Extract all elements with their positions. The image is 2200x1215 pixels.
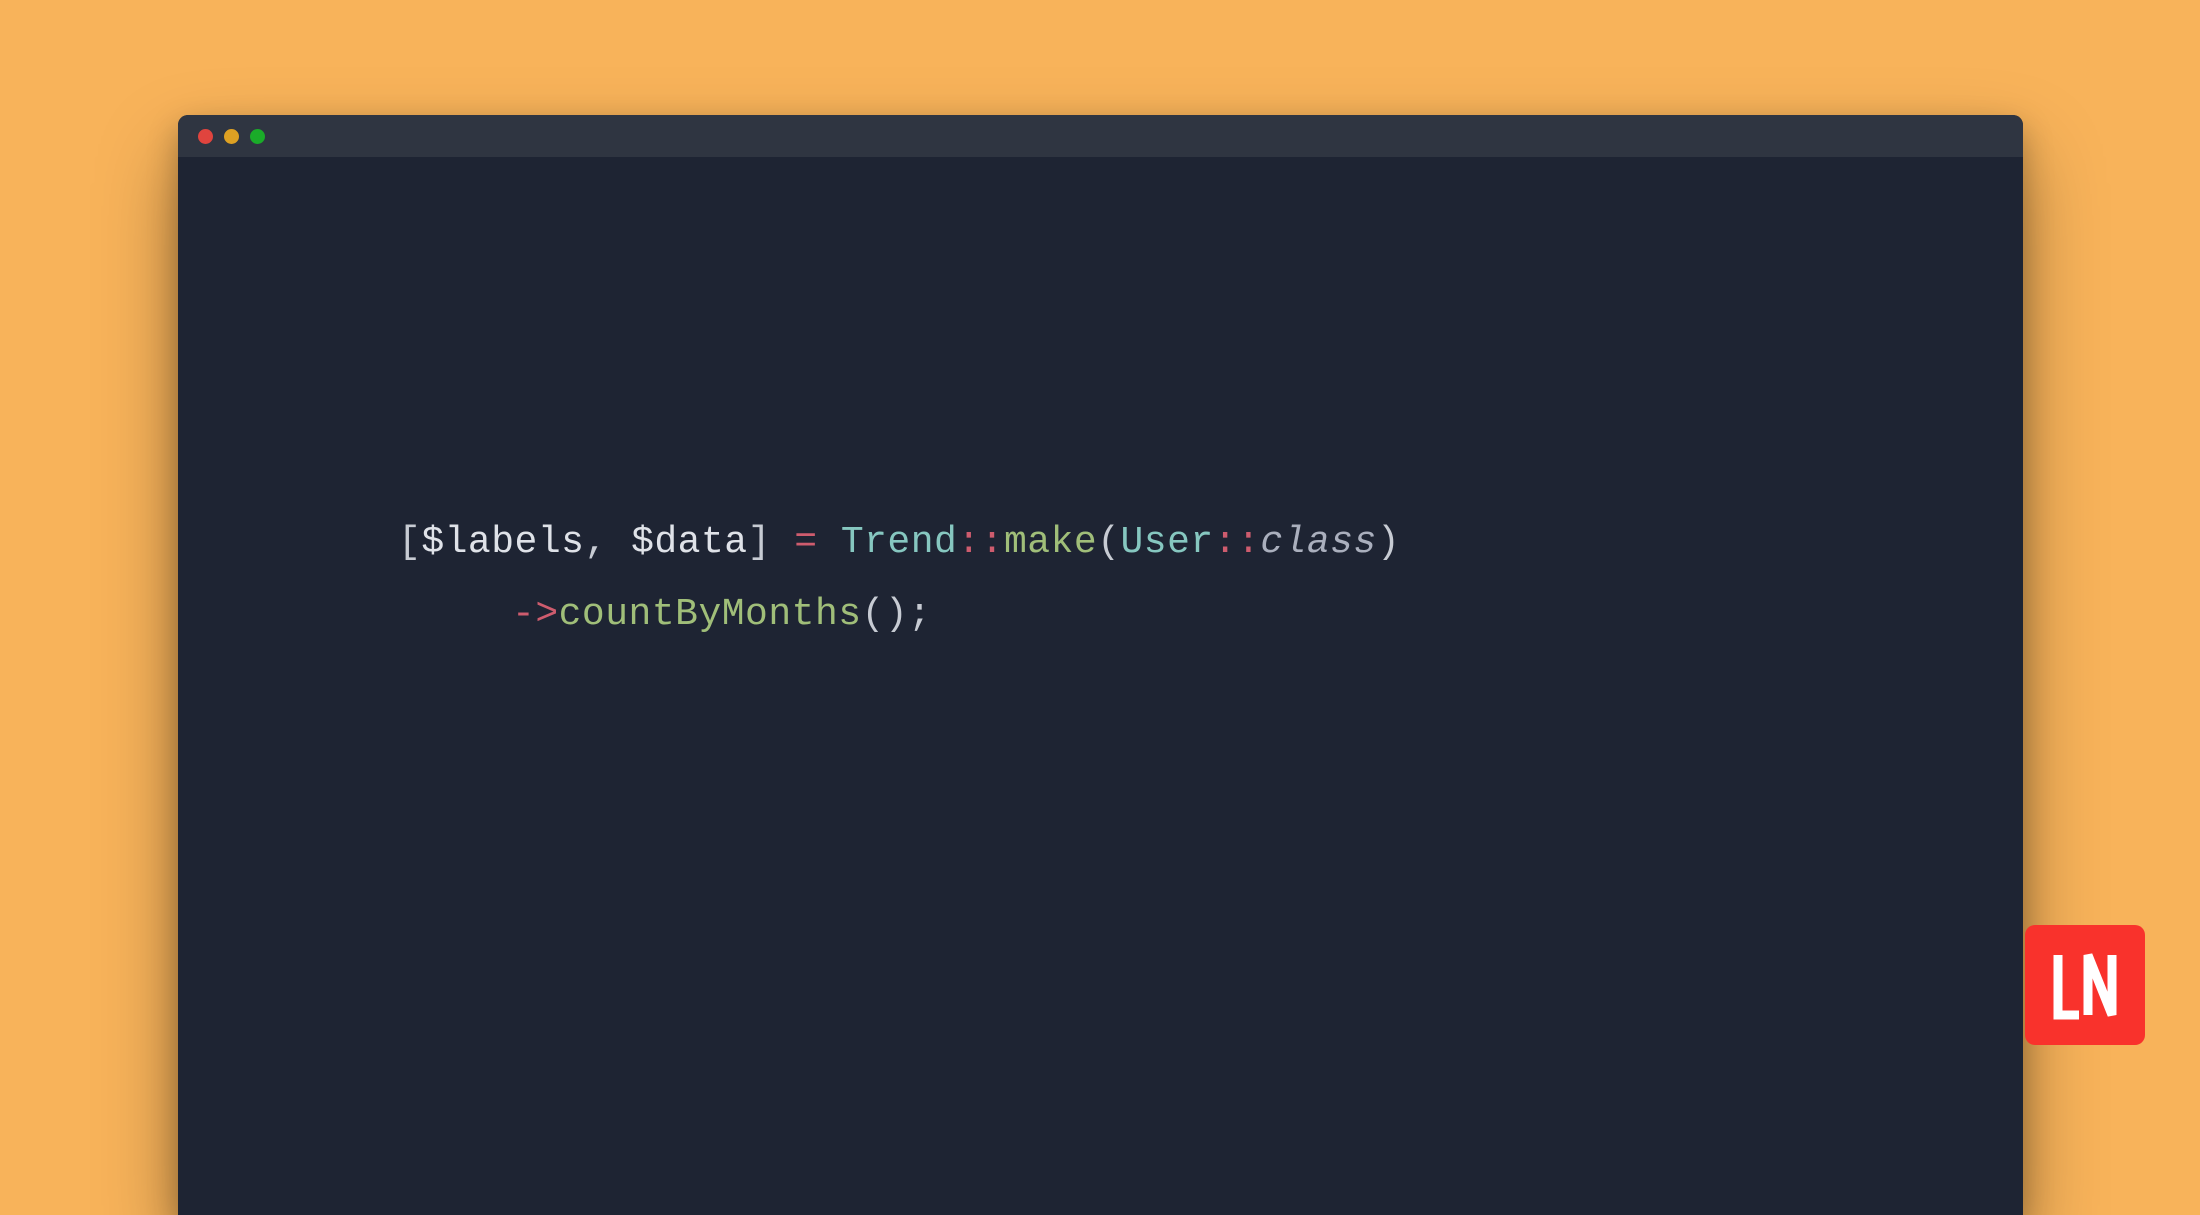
ln-logo-icon	[2045, 945, 2125, 1025]
editor-window: [$labels, $data] = Trend::make(User::cla…	[178, 115, 2023, 1215]
code-token: )	[1377, 521, 1400, 564]
code-token: countByMonths	[559, 593, 862, 636]
zoom-icon[interactable]	[250, 129, 265, 144]
window-titlebar	[178, 115, 2023, 157]
code-token: Trend	[841, 521, 958, 564]
minimize-icon[interactable]	[224, 129, 239, 144]
code-token: make	[1004, 521, 1097, 564]
code-token: [	[398, 521, 421, 564]
code-token: ]	[748, 521, 795, 564]
code-token: ,	[584, 521, 631, 564]
code-token	[818, 521, 841, 564]
code-token: ->	[512, 593, 559, 636]
brand-logo	[2025, 925, 2145, 1045]
code-token: $labels	[421, 521, 584, 564]
code-token: $data	[631, 521, 748, 564]
code-token: ();	[862, 593, 932, 636]
code-token: User	[1121, 521, 1214, 564]
code-token: =	[794, 521, 817, 564]
code-token: (	[1097, 521, 1120, 564]
close-icon[interactable]	[198, 129, 213, 144]
code-token: ::	[1214, 521, 1261, 564]
code-area: [$labels, $data] = Trend::make(User::cla…	[178, 157, 2023, 651]
code-token: class	[1260, 521, 1377, 564]
code-token: ::	[957, 521, 1004, 564]
